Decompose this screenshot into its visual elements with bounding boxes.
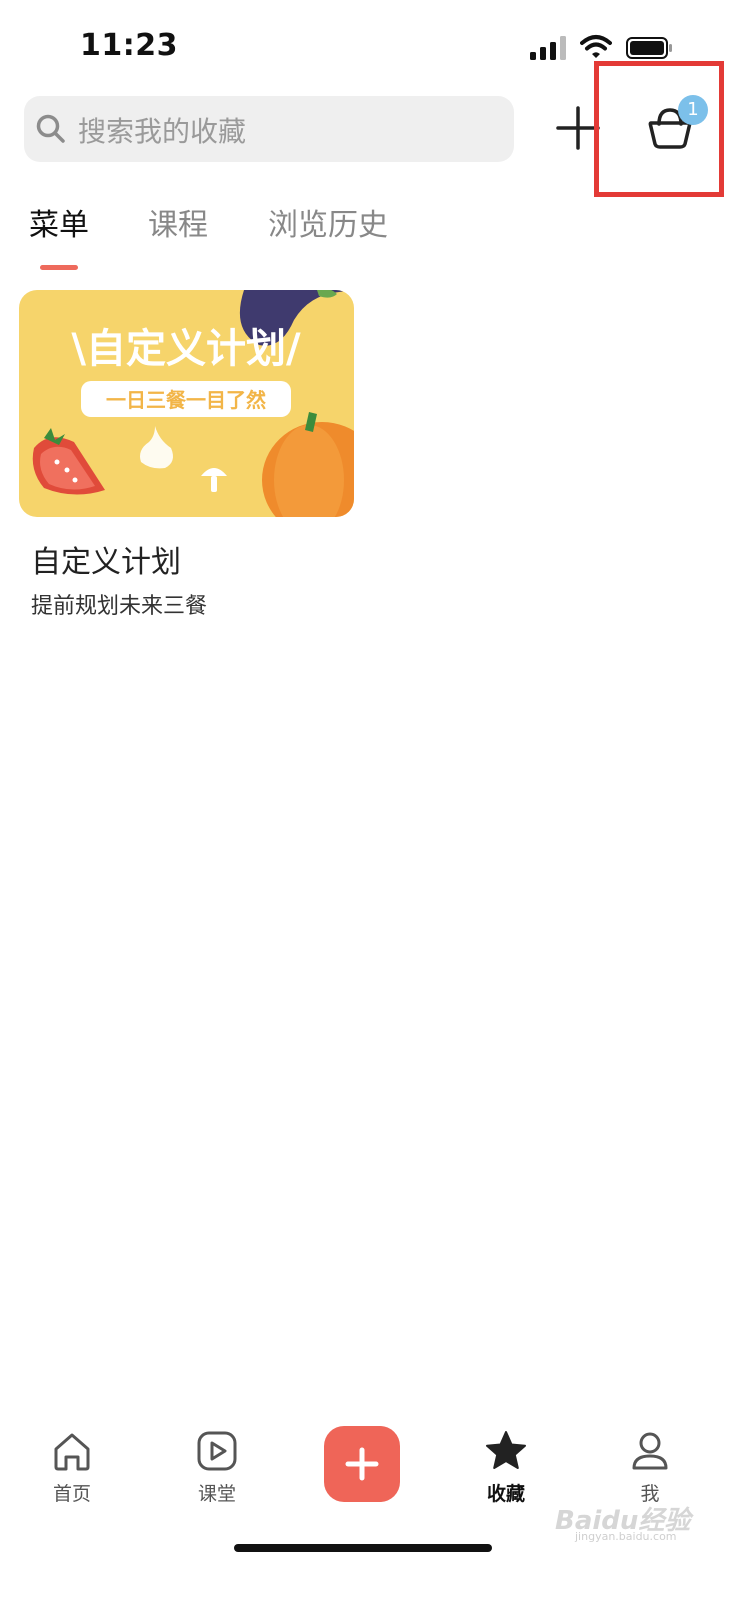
play-icon xyxy=(197,1431,237,1471)
create-button[interactable] xyxy=(324,1426,400,1502)
nav-favorites[interactable]: 收藏 xyxy=(456,1425,556,1506)
cellular-signal-icon xyxy=(530,36,566,60)
banner-title: \自定义计划/ xyxy=(71,326,301,372)
search-icon xyxy=(36,114,65,143)
nav-favorites-label: 收藏 xyxy=(486,1483,525,1505)
watermark-url: jingyan.baidu.com xyxy=(575,1530,677,1543)
nav-home[interactable]: 首页 xyxy=(22,1425,122,1506)
tab-menu[interactable]: 菜单 xyxy=(29,200,89,244)
status-time: 11:23 xyxy=(80,28,178,63)
banner-illustration: \自定义计划/ 一日三餐一目了然 xyxy=(32,290,354,517)
nav-home-label: 首页 xyxy=(52,1483,91,1505)
banner-subtitle: 一日三餐一目了然 xyxy=(106,388,266,412)
star-icon xyxy=(486,1431,526,1469)
battery-icon xyxy=(626,37,672,59)
home-indicator[interactable] xyxy=(234,1544,492,1552)
card-title[interactable]: 自定义计划 xyxy=(31,537,181,581)
tab-history[interactable]: 浏览历史 xyxy=(268,200,388,244)
nav-me[interactable]: 我 xyxy=(600,1425,700,1506)
highlight-box xyxy=(594,61,724,197)
card-subtitle: 提前规划未来三餐 xyxy=(31,594,208,619)
person-icon xyxy=(632,1432,668,1470)
tab-courses[interactable]: 课程 xyxy=(148,200,208,244)
home-icon xyxy=(54,1433,90,1471)
search-placeholder[interactable]: 搜索我的收藏 xyxy=(78,110,246,150)
nav-class[interactable]: 课堂 xyxy=(167,1425,267,1506)
plus-icon xyxy=(345,1447,379,1481)
card-banner[interactable]: \自定义计划/ 一日三餐一目了然 xyxy=(19,290,354,517)
tab-indicator xyxy=(40,265,78,270)
nav-class-label: 课堂 xyxy=(197,1483,236,1505)
wifi-icon xyxy=(580,35,612,58)
